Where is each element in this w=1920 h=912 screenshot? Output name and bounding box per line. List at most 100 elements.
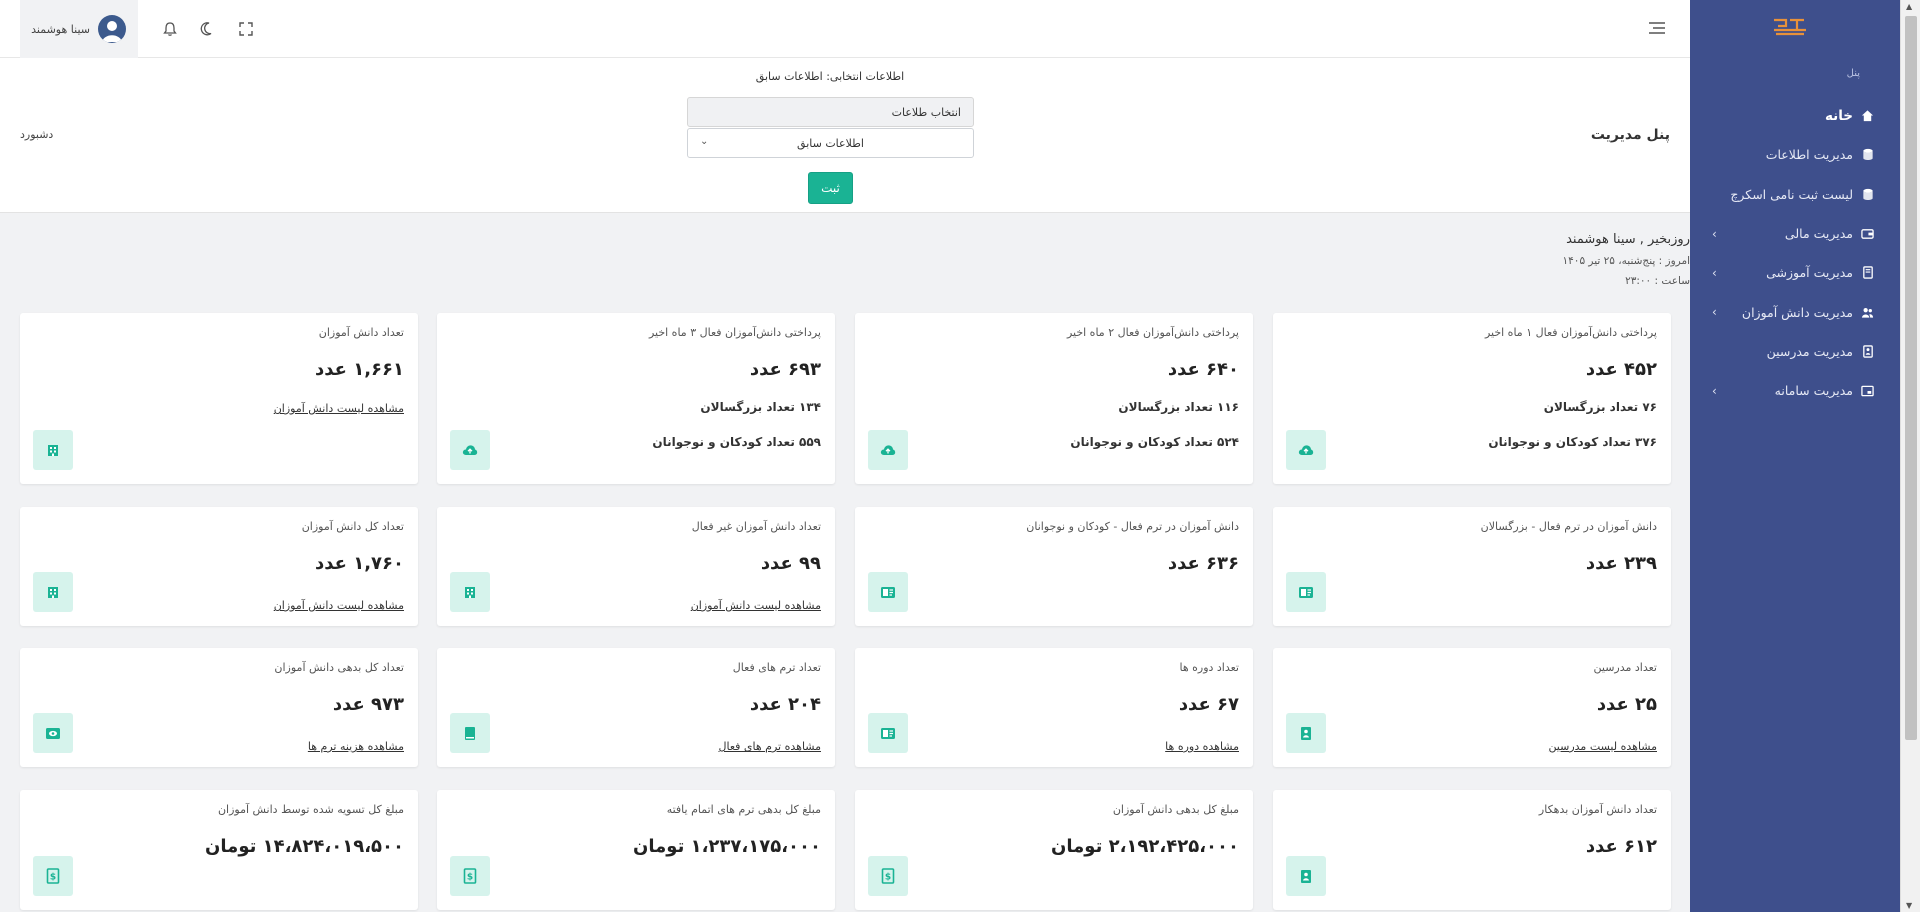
book-icon bbox=[450, 713, 490, 753]
svg-text:$: $ bbox=[50, 873, 56, 883]
stat-card: تعداد دوره ها ۶۷ عدد مشاهده دوره ها bbox=[855, 648, 1253, 767]
svg-text:$: $ bbox=[885, 873, 891, 883]
card-title: تعداد دانش آموزان بدهکار bbox=[1538, 803, 1657, 816]
svg-text:$: $ bbox=[467, 873, 473, 883]
money-icon: $ bbox=[450, 856, 490, 896]
card-link[interactable]: مشاهده لیست دانش آموزان bbox=[274, 599, 404, 612]
card-title: پرداختی دانش‌آموزان فعال ۳ ماه اخیر bbox=[648, 326, 821, 339]
sidebar-item[interactable]: خانه bbox=[1690, 96, 1900, 135]
sidebar-nav: خانه مدیریت اطلاعات لیست ثبت نامی اسکرچ مدی… bbox=[1690, 96, 1900, 410]
sidebar-item[interactable]: لیست ثبت نامی اسکرچ bbox=[1690, 175, 1900, 214]
user-name: سینا هوشمند bbox=[31, 22, 90, 36]
stat-card: مبلغ کل بدهی دانش آموزان ۲،۱۹۲،۴۲۵،۰۰۰ تو… bbox=[855, 790, 1253, 910]
scrollbar[interactable]: ▲ ▼ bbox=[1900, 0, 1920, 912]
card-title: تعداد ترم های فعال bbox=[732, 661, 821, 674]
sidebar-item[interactable]: مدیریت سامانه ‹ bbox=[1690, 371, 1900, 410]
card-value: ۴۵۲ عدد bbox=[1585, 359, 1657, 380]
database-icon bbox=[1861, 148, 1874, 161]
user-menu[interactable]: سینا هوشمند bbox=[20, 0, 138, 58]
sidebar-section-label: پنل bbox=[1846, 68, 1860, 79]
cloud-upload-icon bbox=[1286, 430, 1326, 470]
card-title: تعداد کل دانش آموزان bbox=[301, 520, 404, 533]
chevron-left-icon: ‹ bbox=[1712, 383, 1717, 398]
sidebar-item-label: مدیریت آموزشی bbox=[1766, 265, 1853, 281]
stat-card: مبلغ کل بدهی ترم های اتمام یافته ۱،۲۳۷،۱۷… bbox=[437, 790, 835, 910]
bell-icon[interactable] bbox=[160, 19, 180, 39]
breadcrumb[interactable]: دشبورد bbox=[20, 128, 53, 141]
card-subvalue: ۳۷۶ تعداد کودکان و نوجوانان bbox=[1488, 435, 1657, 449]
top-header: سینا هوشمند bbox=[0, 0, 1690, 58]
brand-logo bbox=[1774, 18, 1806, 36]
scroll-down-icon[interactable]: ▼ bbox=[1906, 901, 1912, 910]
scroll-up-icon[interactable]: ▲ bbox=[1906, 2, 1912, 11]
id-card-icon bbox=[1286, 572, 1326, 612]
sidebar-item-label: مدیریت مالی bbox=[1784, 226, 1853, 242]
chevron-left-icon: ‹ bbox=[1712, 226, 1717, 241]
card-title: تعداد کل بدهی دانش آموزان bbox=[274, 661, 404, 674]
avatar bbox=[98, 15, 126, 43]
card-link[interactable]: مشاهده ترم های فعال bbox=[719, 740, 822, 753]
window-icon bbox=[1861, 384, 1874, 397]
id-card-icon bbox=[868, 572, 908, 612]
card-value: ۲۵ عدد bbox=[1596, 694, 1657, 715]
card-link[interactable]: مشاهده لیست دانش آموزان bbox=[691, 599, 821, 612]
card-link[interactable]: مشاهده هزینه ترم ها bbox=[308, 740, 404, 753]
wallet-icon bbox=[1861, 227, 1874, 240]
card-value: ۹۹ عدد bbox=[760, 553, 821, 574]
stat-card: مبلغ کل تسویه شده توسط دانش آموزان ۱۴،۸۲۴… bbox=[20, 790, 418, 910]
card-title: مبلغ کل بدهی ترم های اتمام یافته bbox=[666, 803, 821, 816]
card-title: تعداد دوره ها bbox=[1179, 661, 1239, 674]
card-value: ۶۴۰ عدد bbox=[1167, 359, 1239, 380]
chevron-down-icon: ⌄ bbox=[700, 136, 709, 147]
stat-card: پرداختی دانش‌آموزان فعال ۳ ماه اخیر ۶۹۳ ع… bbox=[437, 313, 835, 484]
chevron-left-icon: ‹ bbox=[1712, 305, 1717, 320]
select-value: اطلاعات سابق bbox=[797, 136, 864, 150]
sidebar-item[interactable]: مدیریت آموزشی ‹ bbox=[1690, 253, 1900, 292]
date-line: امروز : پنج‌شنبه، ۲۵ تیر ۱۴۰۵ bbox=[1562, 255, 1690, 267]
scrollbar-thumb[interactable] bbox=[1905, 16, 1917, 740]
card-title: مبلغ کل تسویه شده توسط دانش آموزان bbox=[217, 803, 404, 816]
card-title: تعداد دانش آموزان غیر فعال bbox=[691, 520, 821, 533]
id-card-icon bbox=[868, 713, 908, 753]
stat-card: تعداد دانش آموزان غیر فعال ۹۹ عدد مشاهده ل… bbox=[437, 507, 835, 626]
card-link[interactable]: مشاهده لیست مدرسین bbox=[1548, 740, 1657, 753]
moon-icon[interactable] bbox=[198, 19, 218, 39]
sidebar-item-label: مدیریت سامانه bbox=[1774, 383, 1853, 399]
fullscreen-icon[interactable] bbox=[236, 19, 256, 39]
page-title: پنل مدیریت bbox=[1590, 127, 1670, 143]
sidebar-item[interactable]: مدیریت اطلاعات bbox=[1690, 135, 1900, 174]
home-icon bbox=[1861, 109, 1874, 122]
card-value: ۱,۷۶۰ عدد bbox=[315, 553, 404, 574]
card-subvalue: ۵۲۴ تعداد کودکان و نوجوانان bbox=[1070, 435, 1239, 449]
money-icon: $ bbox=[33, 856, 73, 896]
selected-info-text: اطلاعات انتخابی: اطلاعات سابق bbox=[755, 70, 905, 83]
card-value: ۱,۶۶۱ عدد bbox=[315, 359, 404, 380]
greeting-line: روزبخیر , سینا هوشمند bbox=[1566, 232, 1690, 247]
stat-card: تعداد کل بدهی دانش آموزان ۹۷۳ عدد مشاهده ه… bbox=[20, 648, 418, 767]
card-value: ۲۰۴ عدد bbox=[749, 694, 821, 715]
card-value: ۶۷ عدد bbox=[1178, 694, 1239, 715]
page-toolbar: اطلاعات انتخابی: اطلاعات سابق پنل مدیریت… bbox=[0, 58, 1690, 213]
sidebar-item-label: مدیریت اطلاعات bbox=[1765, 147, 1853, 163]
sidebar-item[interactable]: مدیریت مالی ‹ bbox=[1690, 214, 1900, 253]
sidebar-item[interactable]: مدیریت دانش آموزان ‹ bbox=[1690, 292, 1900, 331]
card-link[interactable]: مشاهده لیست دانش آموزان bbox=[274, 402, 404, 415]
card-link[interactable]: مشاهده دوره ها bbox=[1165, 740, 1239, 753]
card-value: ۱۴،۸۲۴،۰۱۹،۵۰۰ تومان bbox=[205, 836, 404, 857]
teacher-icon bbox=[1861, 345, 1874, 358]
menu-toggle-icon[interactable] bbox=[1648, 20, 1666, 36]
card-title: تعداد مدرسین bbox=[1593, 661, 1657, 674]
stat-card: تعداد ترم های فعال ۲۰۴ عدد مشاهده ترم های … bbox=[437, 648, 835, 767]
greeting-block: روزبخیر , سینا هوشمند امروز : پنج‌شنبه، … bbox=[1563, 232, 1690, 287]
submit-button[interactable]: ثبت bbox=[808, 172, 853, 204]
card-subvalue: ۷۶ تعداد بزرگسالان bbox=[1543, 400, 1657, 414]
stat-card: تعداد دانش آموزان بدهکار ۶۱۲ عدد bbox=[1273, 790, 1671, 910]
eye-icon bbox=[33, 713, 73, 753]
card-title: پرداختی دانش‌آموزان فعال ۱ ماه اخیر bbox=[1484, 326, 1657, 339]
card-subvalue: ۱۳۴ تعداد بزرگسالان bbox=[700, 400, 821, 414]
data-source-select[interactable]: ⌄ اطلاعات سابق bbox=[687, 128, 974, 158]
select-label: انتخاب طلاعات bbox=[687, 97, 974, 127]
stat-card: پرداختی دانش‌آموزان فعال ۲ ماه اخیر ۶۴۰ ع… bbox=[855, 313, 1253, 484]
sidebar-item[interactable]: مدیریت مدرسین bbox=[1690, 332, 1900, 371]
building-icon bbox=[33, 572, 73, 612]
